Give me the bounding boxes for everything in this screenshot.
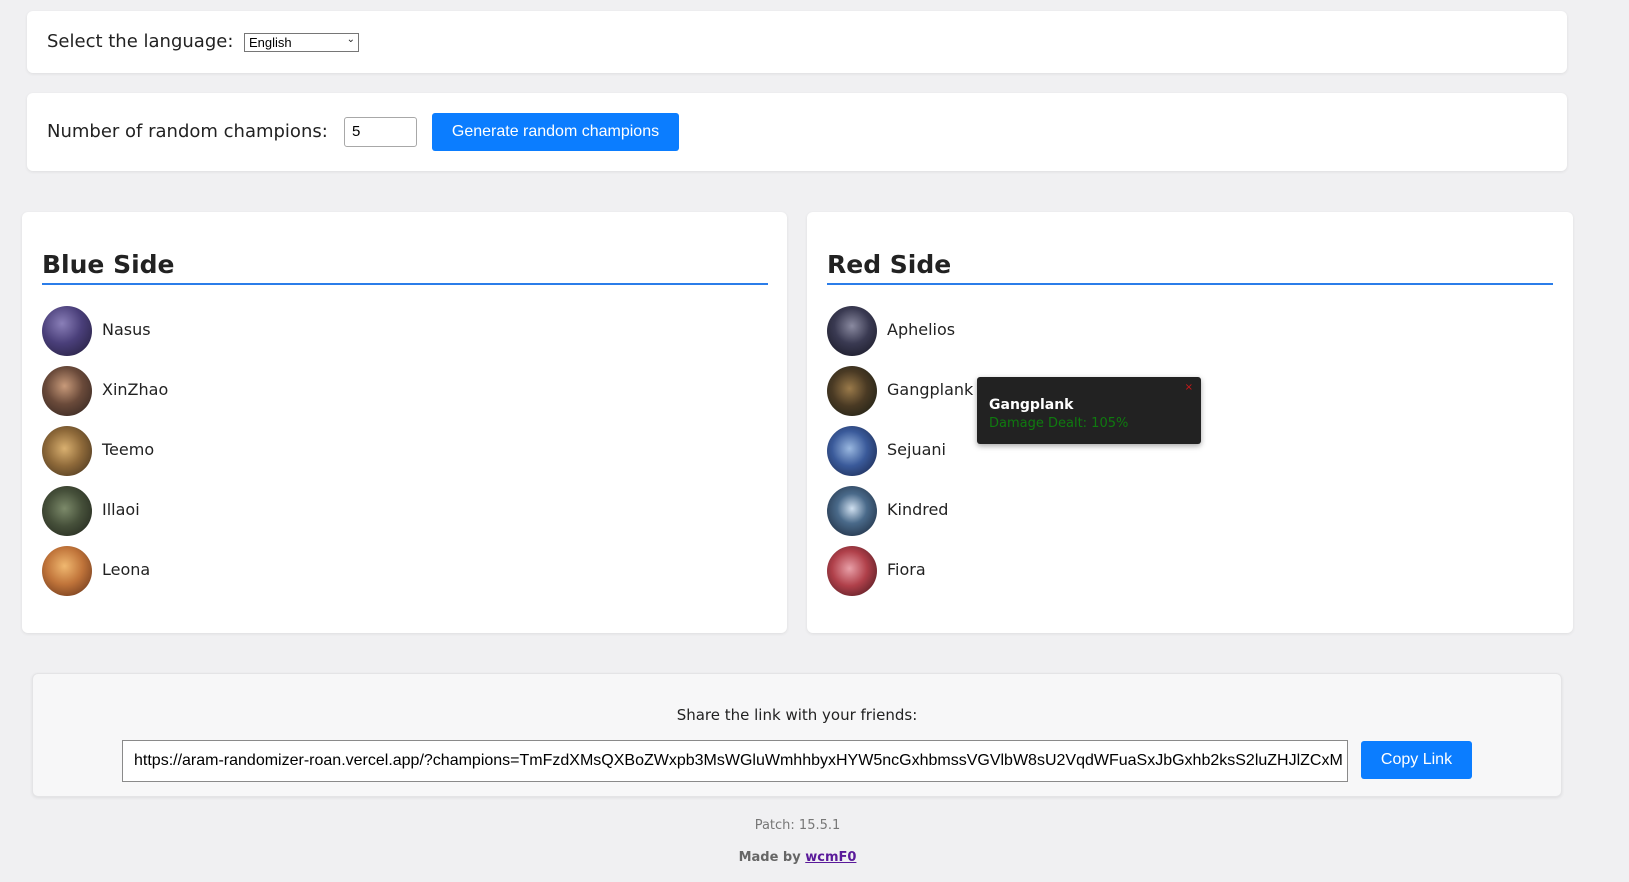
tooltip-stat: Damage Dealt: 105% xyxy=(989,416,1129,431)
blue-side-title: Blue Side xyxy=(42,250,768,285)
champion-name: Aphelios xyxy=(887,320,956,339)
xinzhao-avatar xyxy=(42,366,92,416)
author-link[interactable]: wcmF0 xyxy=(805,850,856,865)
patch-version: Patch: 15.5.1 xyxy=(754,818,841,833)
blue-side-card: Blue Side Nasus XinZhao Teemo Illaoi Leo… xyxy=(22,212,787,633)
tooltip-title: Gangplank xyxy=(989,397,1074,413)
fiora-avatar xyxy=(827,546,877,596)
sejuani-avatar xyxy=(827,426,877,476)
red-side-title: Red Side xyxy=(827,250,1553,285)
kindred-avatar xyxy=(827,486,877,536)
randomizer-card: Number of random champions: 5 Generate r… xyxy=(27,93,1567,171)
share-label: Share the link with your friends: xyxy=(676,706,918,724)
share-card: Share the link with your friends: https:… xyxy=(32,673,1562,797)
share-link-input[interactable]: https://aram-randomizer-roan.vercel.app/… xyxy=(122,740,1348,782)
champion-tooltip: × Gangplank Damage Dealt: 105% xyxy=(977,377,1201,444)
champion-name: Gangplank xyxy=(887,380,974,399)
champion-count-label: Number of random champions: xyxy=(47,121,328,142)
chevron-down-icon: ⌄ xyxy=(346,34,355,45)
language-selected-value: English xyxy=(249,35,292,50)
teemo-avatar xyxy=(42,426,92,476)
champion-name: Kindred xyxy=(887,500,949,519)
nasus-avatar xyxy=(42,306,92,356)
aphelios-avatar xyxy=(827,306,877,356)
champion-count-input[interactable]: 5 xyxy=(344,117,417,147)
made-by: Made by wcmF0 xyxy=(0,850,1595,865)
close-icon[interactable]: × xyxy=(1185,382,1193,393)
made-by-label: Made by xyxy=(738,850,801,865)
gangplank-avatar xyxy=(827,366,877,416)
generate-button[interactable]: Generate random champions xyxy=(432,113,679,151)
leona-avatar xyxy=(42,546,92,596)
champion-name: Sejuani xyxy=(887,440,946,459)
champion-name: Fiora xyxy=(887,560,926,579)
language-card: Select the language: English ⌄ xyxy=(27,11,1567,73)
champion-name: Illaoi xyxy=(102,500,140,519)
language-label: Select the language: xyxy=(47,31,234,52)
illaoi-avatar xyxy=(42,486,92,536)
champion-name: Teemo xyxy=(102,440,155,459)
champion-name: Leona xyxy=(102,560,151,579)
copy-link-button[interactable]: Copy Link xyxy=(1361,741,1472,779)
champion-name: Nasus xyxy=(102,320,151,339)
champion-name: XinZhao xyxy=(102,380,169,399)
language-select[interactable]: English ⌄ xyxy=(244,33,359,52)
